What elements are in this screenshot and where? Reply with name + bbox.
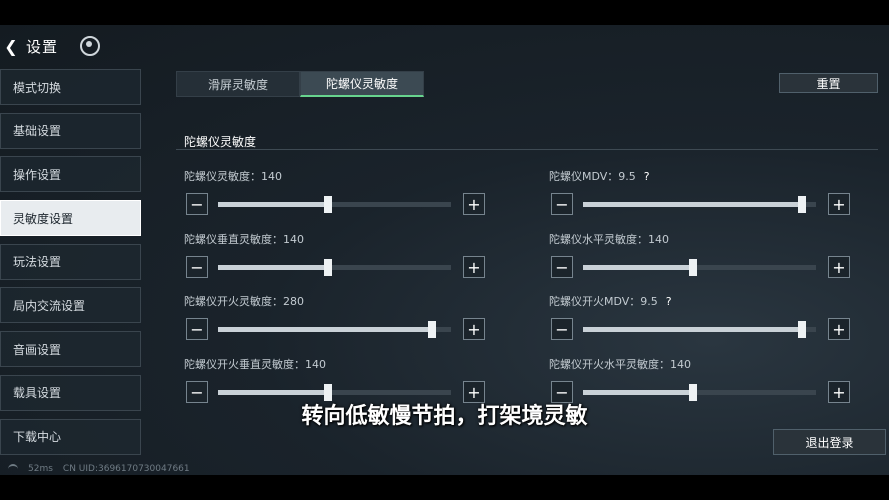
header: ❮ 设置 xyxy=(0,35,101,57)
sidebar-item-audio-video[interactable]: 音画设置 xyxy=(0,331,141,368)
setting-gyro: 陀螺仪灵敏度：140 − + xyxy=(184,168,489,224)
settings-screen: ❮ 设置 模式切换 基础设置 操作设置 灵敏度设置 玩法设置 局内交流设置 音画… xyxy=(0,25,889,475)
slider-fill xyxy=(218,390,328,395)
slider-track[interactable] xyxy=(218,196,451,213)
sidebar-item-communication[interactable]: 局内交流设置 xyxy=(0,287,141,324)
slider-fill xyxy=(583,265,693,270)
increase-button[interactable]: + xyxy=(828,318,850,340)
status-bar: 52ms CN UID:3696170730047661 xyxy=(8,464,190,474)
setting-label: 陀螺仪开火MDV：9.5 xyxy=(549,295,658,308)
sidebar-item-mode-switch[interactable]: 模式切换 xyxy=(0,69,141,105)
setting-label: 陀螺仪开火水平灵敏度：140 xyxy=(549,358,691,371)
tab-swipe-sensitivity[interactable]: 滑屏灵敏度 xyxy=(176,71,300,97)
sidebar-item-controls[interactable]: 操作设置 xyxy=(0,156,141,193)
tab-bar: 滑屏灵敏度 陀螺仪灵敏度 xyxy=(176,71,424,97)
setting-gyro-fire: 陀螺仪开火灵敏度：280 − + xyxy=(184,293,489,349)
increase-button[interactable]: + xyxy=(463,193,485,215)
game-logo-icon xyxy=(80,36,101,56)
decrease-button[interactable]: − xyxy=(186,193,208,215)
video-subtitle: 转向低敏慢节拍，打架境灵敏 xyxy=(301,404,588,429)
decrease-button[interactable]: − xyxy=(186,256,208,278)
slider-thumb[interactable] xyxy=(428,321,437,338)
slider-track[interactable] xyxy=(218,384,451,401)
slider-fill xyxy=(218,202,328,207)
slider-track[interactable] xyxy=(583,259,816,276)
setting-label: 陀螺仪开火灵敏度：280 xyxy=(184,295,304,308)
sidebar-item-gameplay[interactable]: 玩法设置 xyxy=(0,243,141,280)
slider-fill xyxy=(583,327,803,332)
setting-gyro-mdv: 陀螺仪MDV：9.5? − + xyxy=(549,168,854,224)
increase-button[interactable]: + xyxy=(463,318,485,340)
setting-gyro-vertical: 陀螺仪垂直灵敏度：140 − + xyxy=(184,231,489,287)
help-icon[interactable]: ? xyxy=(644,170,650,183)
increase-button[interactable]: + xyxy=(828,256,850,278)
increase-button[interactable]: + xyxy=(828,193,850,215)
tab-gyro-sensitivity[interactable]: 陀螺仪灵敏度 xyxy=(300,71,424,97)
setting-label: 陀螺仪MDV：9.5 xyxy=(549,170,636,183)
setting-label: 陀螺仪垂直灵敏度：140 xyxy=(184,233,304,246)
uid-text: CN UID:3696170730047661 xyxy=(62,464,190,474)
decrease-button[interactable]: − xyxy=(551,193,573,215)
setting-label: 陀螺仪灵敏度：140 xyxy=(184,170,282,183)
slider-track[interactable] xyxy=(218,321,451,338)
setting-gyro-horizontal: 陀螺仪水平灵敏度：140 − + xyxy=(549,231,854,287)
slider-thumb[interactable] xyxy=(798,196,807,213)
slider-fill xyxy=(218,265,328,270)
slider-track[interactable] xyxy=(583,321,816,338)
ping-value: 52ms xyxy=(28,464,53,474)
sidebar-item-basic[interactable]: 基础设置 xyxy=(0,112,141,149)
slider-thumb[interactable] xyxy=(323,196,332,213)
slider-thumb[interactable] xyxy=(798,321,807,338)
divider xyxy=(176,149,878,150)
decrease-button[interactable]: − xyxy=(551,256,573,278)
slider-track[interactable] xyxy=(218,259,451,276)
logout-button[interactable]: 退出登录 xyxy=(773,429,886,455)
slider-fill xyxy=(583,390,693,395)
slider-track[interactable] xyxy=(583,196,816,213)
section-title: 陀螺仪灵敏度 xyxy=(184,135,257,149)
page-title: 设置 xyxy=(26,37,59,56)
slider-track[interactable] xyxy=(583,384,816,401)
slider-thumb[interactable] xyxy=(323,259,332,276)
help-icon[interactable]: ? xyxy=(666,295,672,308)
increase-button[interactable]: + xyxy=(463,256,485,278)
reset-button[interactable]: 重置 xyxy=(779,73,878,93)
decrease-button[interactable]: − xyxy=(551,318,573,340)
slider-fill xyxy=(218,327,433,332)
setting-gyro-fire-mdv: 陀螺仪开火MDV：9.5? − + xyxy=(549,293,854,349)
wifi-icon xyxy=(8,464,18,474)
slider-fill xyxy=(583,202,803,207)
setting-label: 陀螺仪水平灵敏度：140 xyxy=(549,233,669,246)
back-button[interactable]: ❮ xyxy=(2,35,20,57)
sidebar-item-sensitivity[interactable]: 灵敏度设置 xyxy=(0,200,141,237)
decrease-button[interactable]: − xyxy=(186,318,208,340)
slider-thumb[interactable] xyxy=(688,259,697,276)
setting-label: 陀螺仪开火垂直灵敏度：140 xyxy=(184,358,326,371)
